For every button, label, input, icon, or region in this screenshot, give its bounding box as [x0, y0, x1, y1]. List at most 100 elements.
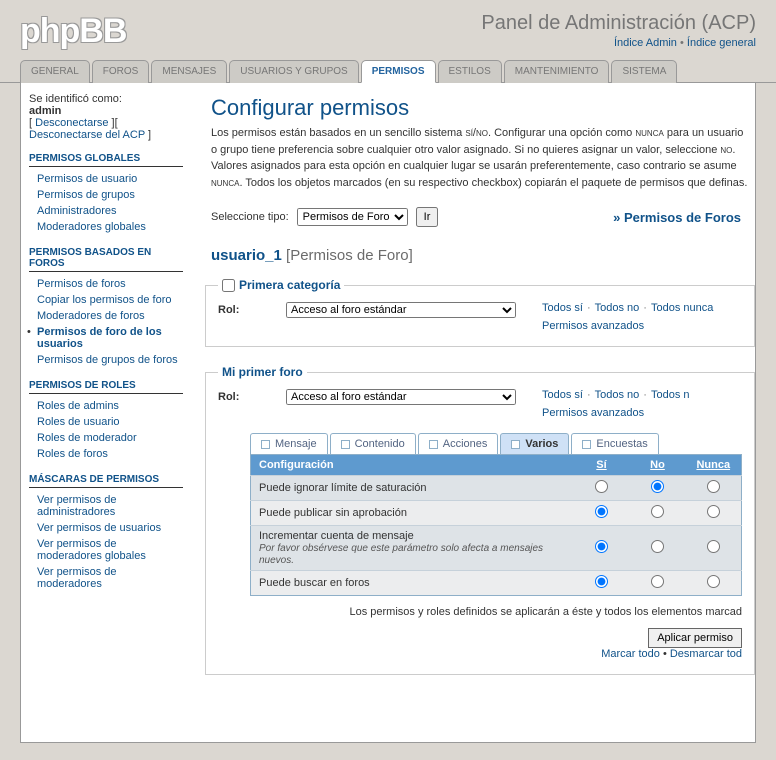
ptab-encuestas[interactable]: Encuestas: [571, 433, 658, 454]
perm-radio[interactable]: [595, 540, 608, 553]
sidebar-link[interactable]: Ver permisos de moderadores: [37, 566, 116, 590]
sidebar-section-title: PERMISOS DE ROLES: [29, 376, 183, 394]
sidebar-link[interactable]: Permisos de foros: [37, 278, 126, 290]
all-si-link-1[interactable]: Todos sí: [542, 302, 583, 314]
all-nunca-link-1[interactable]: Todos nunca: [651, 302, 713, 314]
sidebar-item[interactable]: Moderadores de foros: [29, 308, 183, 324]
header-links: Índice Admin • Índice general: [481, 37, 756, 49]
ptab-mensaje[interactable]: Mensaje: [250, 433, 328, 454]
tab-general[interactable]: GENERAL: [20, 60, 90, 83]
sidebar-link[interactable]: Ver permisos de usuarios: [37, 522, 161, 534]
sidebar-item[interactable]: Roles de moderador: [29, 430, 183, 446]
perm-radio[interactable]: [651, 575, 664, 588]
content-heading: Configurar permisos: [211, 95, 755, 121]
sidebar-item[interactable]: Ver permisos de moderadores globales: [29, 536, 183, 564]
sidebar-link[interactable]: Ver permisos de moderadores globales: [37, 538, 146, 562]
perm-radio[interactable]: [707, 505, 720, 518]
category-fieldset-2: Mi primer foro Rol: Acceso al foro están…: [205, 365, 755, 675]
perm-radio[interactable]: [651, 505, 664, 518]
sidebar-link[interactable]: Permisos de grupos: [37, 189, 135, 201]
all-nunca-link-2[interactable]: Todos n: [651, 389, 690, 401]
all-no-link-2[interactable]: Todos no: [595, 389, 640, 401]
sidebar-link[interactable]: Roles de usuario: [37, 416, 120, 428]
type-select[interactable]: Permisos de Foro: [297, 208, 408, 226]
go-button[interactable]: Ir: [416, 207, 439, 227]
sidebar-link[interactable]: Roles de moderador: [37, 432, 137, 444]
perm-label: Puede publicar sin aprobación: [251, 501, 574, 526]
perm-radio[interactable]: [707, 480, 720, 493]
sidebar-link[interactable]: Copiar los permisos de foro: [37, 294, 172, 306]
square-icon: [341, 440, 350, 449]
sidebar-link[interactable]: Administradores: [37, 205, 116, 217]
sidebar-link[interactable]: Ver permisos de administradores: [37, 494, 116, 518]
main-tabs: GENERAL FOROS MENSAJES USUARIOS Y GRUPOS…: [0, 59, 776, 83]
advanced-perms-link-2[interactable]: Permisos avanzados: [542, 407, 742, 419]
sidebar-item[interactable]: Permisos de foros: [29, 276, 183, 292]
category-legend-2: Mi primer foro: [218, 365, 307, 379]
logout-acp-link[interactable]: Desconectarse del ACP: [29, 129, 145, 141]
sidebar-item[interactable]: Permisos de foro de los usuarios: [29, 324, 183, 352]
admin-index-link[interactable]: Índice Admin: [614, 37, 677, 49]
square-icon: [429, 440, 438, 449]
forum-perms-link[interactable]: » Permisos de Foros: [613, 210, 741, 225]
sidebar-link[interactable]: Moderadores de foros: [37, 310, 145, 322]
th-si[interactable]: Sí: [574, 455, 630, 476]
unmark-all-link[interactable]: Desmarcar tod: [670, 648, 742, 660]
tab-usuarios[interactable]: USUARIOS Y GRUPOS: [229, 60, 358, 83]
sidebar-link[interactable]: Permisos de grupos de foros: [37, 354, 178, 366]
category-fieldset-1: Primera categoría Rol: Acceso al foro es…: [205, 278, 755, 347]
role-select-2[interactable]: Acceso al foro estándar: [286, 389, 516, 405]
ptab-contenido[interactable]: Contenido: [330, 433, 416, 454]
board-index-link[interactable]: Índice general: [687, 37, 756, 49]
footer-note: Los permisos y roles definidos se aplica…: [250, 606, 742, 618]
sidebar-link[interactable]: Moderadores globales: [37, 221, 146, 233]
mark-all-link[interactable]: Marcar todo: [601, 648, 660, 660]
perm-radio[interactable]: [595, 575, 608, 588]
sidebar-link[interactable]: Permisos de usuario: [37, 173, 137, 185]
sidebar-item[interactable]: Roles de foros: [29, 446, 183, 462]
role-select-1[interactable]: Acceso al foro estándar: [286, 302, 516, 318]
sidebar-item[interactable]: Roles de admins: [29, 398, 183, 414]
all-no-link-1[interactable]: Todos no: [595, 302, 640, 314]
ptab-acciones[interactable]: Acciones: [418, 433, 499, 454]
sidebar-item[interactable]: Roles de usuario: [29, 414, 183, 430]
perm-radio[interactable]: [707, 540, 720, 553]
perm-radio[interactable]: [595, 480, 608, 493]
th-no[interactable]: No: [630, 455, 686, 476]
th-nunca[interactable]: Nunca: [686, 455, 742, 476]
sidebar-item[interactable]: Moderadores globales: [29, 219, 183, 235]
perm-radio[interactable]: [595, 505, 608, 518]
perm-radio[interactable]: [651, 480, 664, 493]
sidebar-link[interactable]: Roles de admins: [37, 400, 119, 412]
perm-radio[interactable]: [707, 575, 720, 588]
type-label: Seleccione tipo:: [211, 211, 289, 223]
sidebar-item[interactable]: Permisos de grupos de foros: [29, 352, 183, 368]
logged-in-label: Se identificó como:: [29, 93, 122, 105]
sidebar-link[interactable]: Roles de foros: [37, 448, 108, 460]
sidebar-item[interactable]: Ver permisos de moderadores: [29, 564, 183, 592]
perm-radio[interactable]: [651, 540, 664, 553]
perm-label: Incrementar cuenta de mensajePor favor o…: [251, 526, 574, 571]
tab-foros[interactable]: FOROS: [92, 60, 150, 83]
logout-link[interactable]: Desconectarse: [35, 117, 108, 129]
sidebar-item[interactable]: Administradores: [29, 203, 183, 219]
sidebar-item[interactable]: Copiar los permisos de foro: [29, 292, 183, 308]
tab-mantenimiento[interactable]: MANTENIMIENTO: [504, 60, 610, 83]
all-si-link-2[interactable]: Todos sí: [542, 389, 583, 401]
tab-sistema[interactable]: SISTEMA: [611, 60, 677, 83]
advanced-perms-link-1[interactable]: Permisos avanzados: [542, 320, 742, 332]
sidebar-item[interactable]: Permisos de grupos: [29, 187, 183, 203]
apply-perms-button[interactable]: Aplicar permiso: [648, 628, 742, 648]
tab-estilos[interactable]: ESTILOS: [438, 60, 502, 83]
table-row: Incrementar cuenta de mensajePor favor o…: [251, 526, 742, 571]
sidebar-item[interactable]: Ver permisos de administradores: [29, 492, 183, 520]
sidebar-link[interactable]: Permisos de foro de los usuarios: [37, 326, 162, 350]
ptab-varios[interactable]: Varios: [500, 433, 569, 454]
category-checkbox-1[interactable]: [222, 279, 235, 292]
tab-mensajes[interactable]: MENSAJES: [151, 60, 227, 83]
sidebar-item[interactable]: Permisos de usuario: [29, 171, 183, 187]
table-row: Puede ignorar límite de saturación: [251, 476, 742, 501]
logged-in-user: admin: [29, 105, 61, 117]
sidebar-item[interactable]: Ver permisos de usuarios: [29, 520, 183, 536]
tab-permisos[interactable]: PERMISOS: [361, 60, 436, 83]
